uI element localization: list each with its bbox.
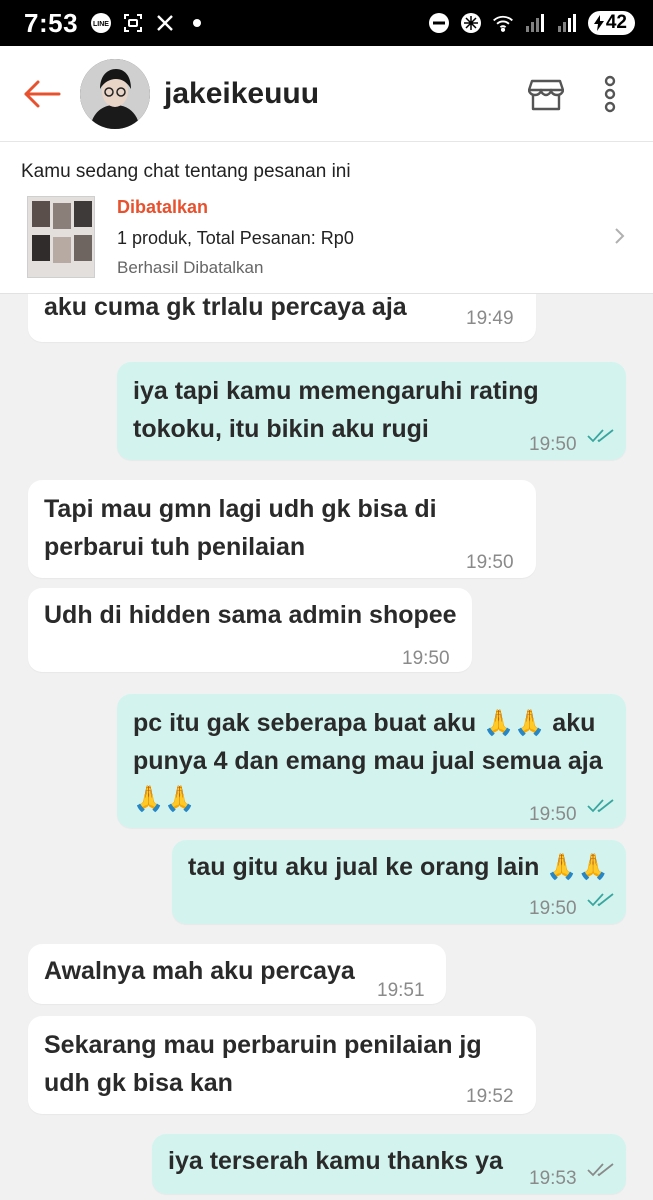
status-bar: 7:53 LINE 42 — [0, 0, 653, 46]
message-bubble-incoming[interactable]: aku cuma gk trlalu percaya aja 19:49 — [28, 294, 536, 342]
double-check-icon — [587, 1163, 614, 1177]
order-status: Dibatalkan — [117, 197, 209, 217]
message-time: 19:50 — [402, 648, 450, 669]
more-vert-icon — [604, 75, 616, 112]
svg-text:LINE: LINE — [93, 21, 109, 28]
message-bubble-incoming[interactable]: Sekarang mau perbaruin penilaian jg udh … — [28, 1016, 536, 1114]
message-text: iya terserah kamu thanks ya — [168, 1147, 503, 1175]
order-info: 1 produk, Total Pesanan: Rp0 — [117, 228, 354, 248]
message-time: 19:50 — [529, 434, 577, 455]
message-bubble-outgoing[interactable]: tau gitu aku jual ke orang lain 🙏🙏 19:50 — [172, 840, 626, 924]
battery-level: 42 — [605, 12, 627, 33]
avatar[interactable] — [80, 58, 150, 129]
chat-header: jakeikeuuu — [0, 46, 653, 142]
message-bubble-incoming[interactable]: Awalnya mah aku percaya 19:51 — [28, 944, 446, 1004]
signal-icon — [524, 12, 546, 34]
more-options-button[interactable] — [585, 69, 635, 119]
message-time: 19:53 — [529, 1168, 577, 1189]
message-time: 19:50 — [529, 898, 577, 919]
product-thumbnail — [27, 196, 95, 278]
message-bubble-incoming[interactable]: Udh di hidden sama admin shopee 19:50 — [28, 588, 472, 672]
message-text: tau gitu aku jual ke orang lain 🙏🙏 — [188, 853, 609, 881]
chat-username: jakeikeuuu — [164, 76, 320, 110]
message-time: 19:52 — [466, 1086, 514, 1107]
message-time: 19:50 — [466, 552, 514, 573]
message-text: Sekarang mau perbaruin penilaian jg udh … — [44, 1031, 482, 1097]
message-time: 19:50 — [529, 804, 577, 825]
message-text: aku cuma gk trlalu percaya aja — [44, 294, 407, 321]
message-text: iya tapi kamu memengaruhi rating tokoku,… — [133, 377, 539, 443]
data-saver-icon — [460, 12, 482, 34]
order-card[interactable]: Kamu sedang chat tentang pesanan ini Dib… — [0, 142, 653, 294]
charging-bolt-icon — [593, 15, 604, 31]
message-text: Tapi mau gmn lagi udh gk bisa di perbaru… — [44, 495, 437, 561]
chevron-right-icon — [615, 228, 625, 244]
x-app-icon — [154, 12, 176, 34]
message-time: 19:49 — [466, 308, 514, 329]
signal-icon-2 — [556, 12, 578, 34]
message-bubble-outgoing[interactable]: pc itu gak seberapa buat aku 🙏🙏 aku puny… — [117, 694, 626, 828]
chat-thread[interactable]: aku cuma gk trlalu percaya aja 19:49 iya… — [0, 294, 653, 1200]
wifi-icon — [492, 12, 514, 34]
message-bubble-outgoing[interactable]: iya terserah kamu thanks ya 19:53 — [152, 1134, 626, 1194]
battery-indicator: 42 — [587, 11, 635, 35]
message-text: Udh di hidden sama admin shopee — [44, 601, 457, 629]
double-check-icon — [587, 893, 614, 907]
double-check-icon — [587, 429, 614, 443]
back-button[interactable] — [12, 64, 72, 124]
back-arrow-icon — [24, 80, 61, 107]
dnd-icon — [428, 12, 450, 34]
order-substatus: Berhasil Dibatalkan — [117, 258, 264, 277]
line-app-icon: LINE — [90, 12, 112, 34]
notification-dot-icon — [186, 12, 208, 34]
order-card-title: Kamu sedang chat tentang pesanan ini — [21, 161, 351, 182]
message-bubble-outgoing[interactable]: iya tapi kamu memengaruhi rating tokoku,… — [117, 362, 626, 460]
shop-icon — [528, 79, 564, 110]
message-text: Awalnya mah aku percaya — [44, 957, 355, 985]
screenshot-icon — [122, 12, 144, 34]
double-check-icon — [587, 799, 614, 813]
status-time: 7:53 — [24, 7, 79, 38]
message-bubble-incoming[interactable]: Tapi mau gmn lagi udh gk bisa di perbaru… — [28, 480, 536, 578]
message-time: 19:51 — [377, 980, 425, 1001]
shop-button[interactable] — [521, 69, 571, 119]
